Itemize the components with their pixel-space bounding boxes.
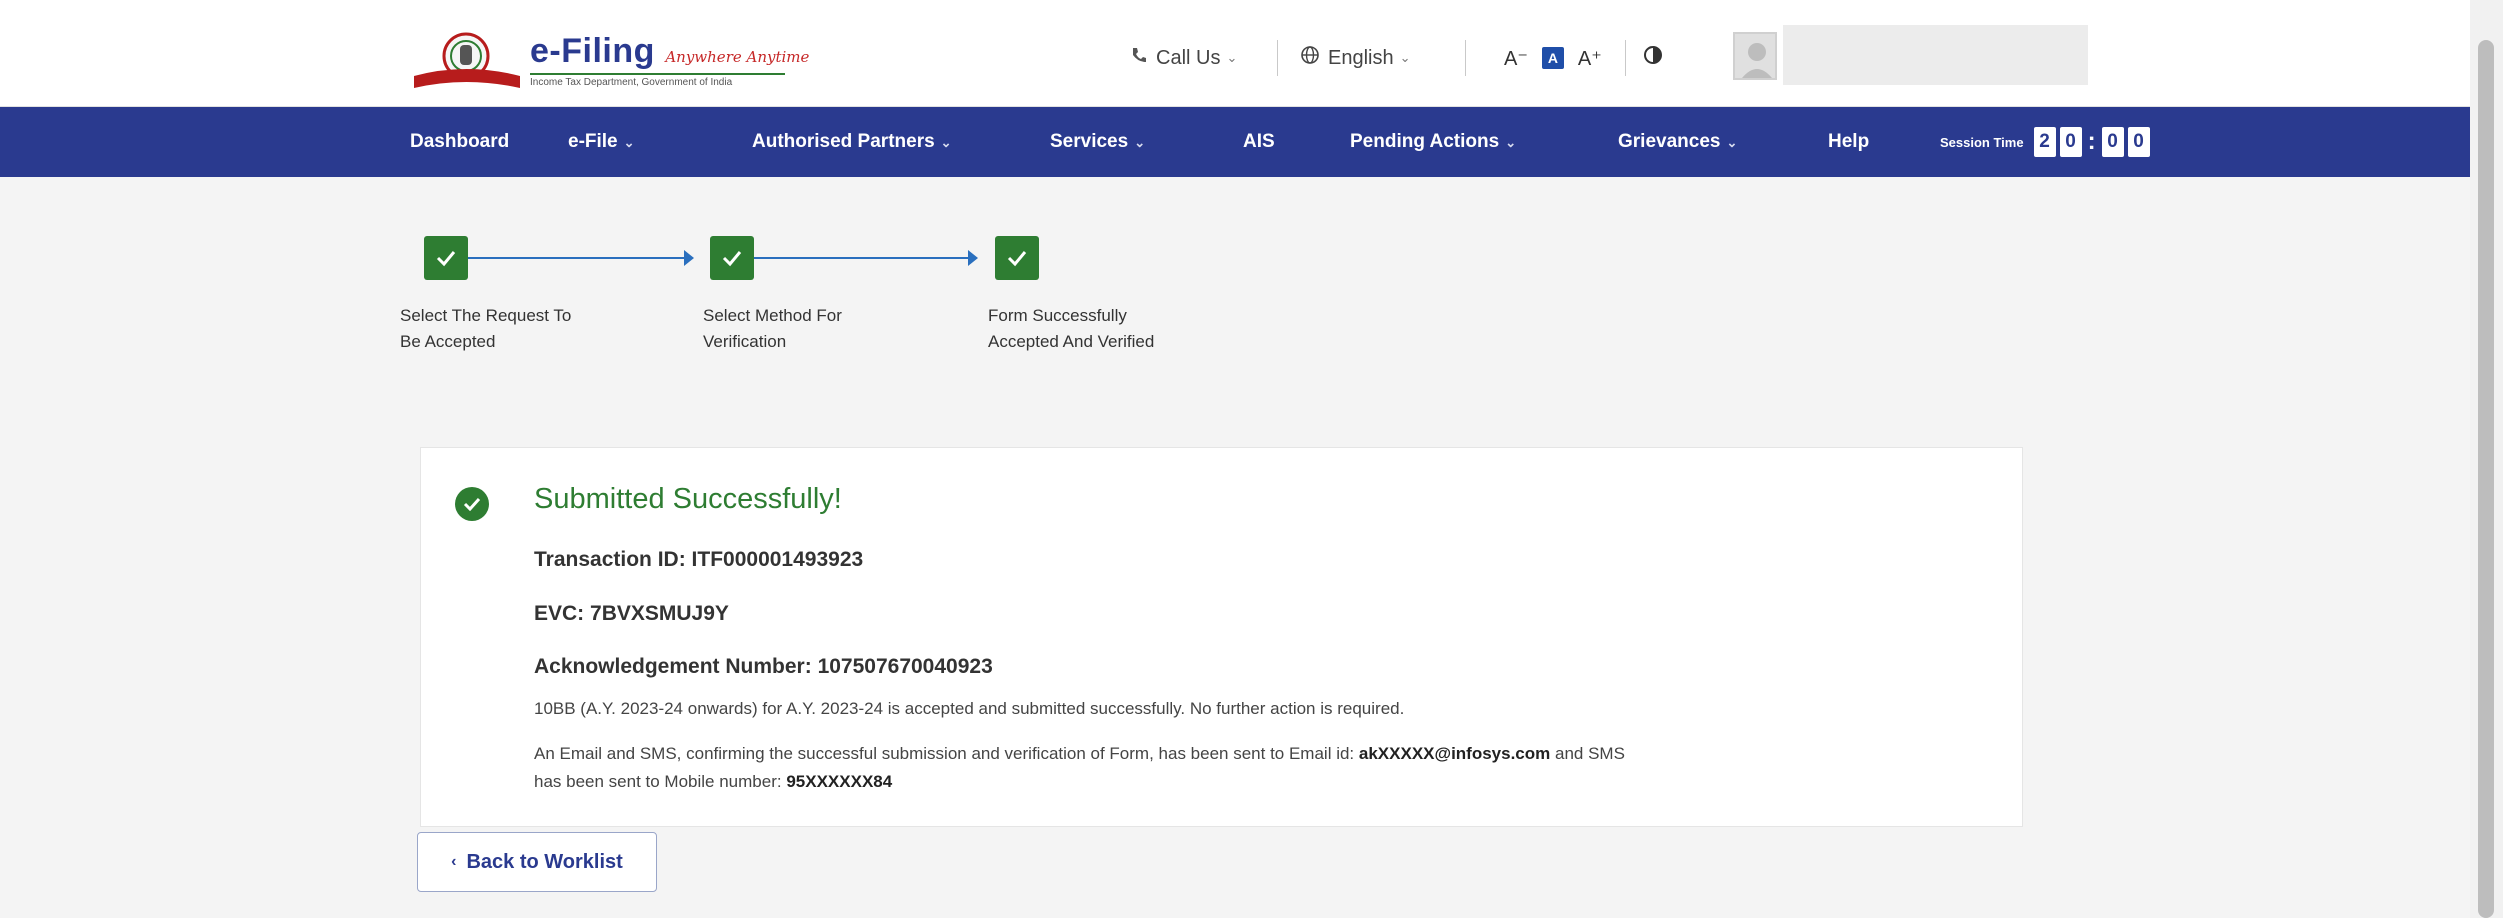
nav-grievances[interactable]: Grievances ⌄ [1618, 107, 1737, 177]
step-label-line: Accepted And Verified [988, 332, 1155, 351]
chevron-left-icon: ‹ [451, 853, 457, 870]
nav-label: Pending Actions [1350, 131, 1500, 152]
nav-label: Help [1828, 131, 1870, 152]
globe-icon [1300, 45, 1320, 71]
back-button-label: Back to Worklist [466, 850, 623, 873]
session-digit: 2 [2033, 127, 2056, 157]
ack-number-label: Acknowledgement Number: [534, 655, 812, 678]
nav-help[interactable]: Help [1828, 107, 1869, 177]
acknowledgement-number: Acknowledgement Number: 107507670040923 [534, 655, 993, 679]
email-id: akXXXXX@infosys.com [1358, 744, 1551, 763]
language-label: English [1328, 46, 1394, 69]
nav-label: AIS [1243, 131, 1275, 152]
scrollbar-thumb[interactable] [2478, 40, 2494, 918]
step-3-label: Form Successfully Accepted And Verified [988, 303, 1228, 355]
font-default-button[interactable]: A [1541, 47, 1564, 69]
chevron-down-icon: ⌄ [1226, 50, 1238, 65]
nav-label: Dashboard [410, 131, 510, 152]
nav-e-file[interactable]: e-File ⌄ [568, 107, 635, 177]
main-navbar: Dashboard e-File ⌄ Authorised Partners ⌄ S… [0, 107, 2470, 177]
transaction-id-label: Transaction ID: [534, 548, 686, 571]
nav-dashboard[interactable]: Dashboard [410, 107, 509, 177]
notice-text: and SMS [1555, 744, 1625, 763]
contrast-toggle[interactable] [1643, 38, 1663, 78]
step-connector [468, 257, 684, 259]
chevron-down-icon: ⌄ [1726, 135, 1738, 150]
font-increase-button[interactable]: A⁺ [1578, 46, 1602, 71]
arrow-right-icon [968, 250, 978, 266]
evc-label: EVC: [534, 602, 585, 625]
font-decrease-button[interactable]: A⁻ [1504, 46, 1528, 71]
notice-text: An Email and SMS, confirming the success… [534, 744, 1355, 763]
chevron-down-icon: ⌄ [623, 135, 635, 150]
status-message: 10BB (A.Y. 2023-24 onwards) for A.Y. 202… [534, 699, 1405, 718]
session-digit: 0 [2101, 127, 2124, 157]
nav-ais[interactable]: AIS [1243, 107, 1275, 177]
user-name-box[interactable] [1783, 25, 2088, 85]
ack-number-value: 107507670040923 [817, 655, 993, 678]
session-time-label: Session Time [1940, 134, 2024, 150]
emblem-logo[interactable] [410, 32, 525, 94]
brand-tagline: Anywhere Anytime [665, 48, 810, 66]
nav-authorised-partners[interactable]: Authorised Partners ⌄ [752, 107, 952, 177]
chevron-down-icon: ⌄ [1505, 135, 1517, 150]
nav-label: Grievances [1618, 131, 1721, 152]
brand: e-Filing Anywhere Anytime Income Tax Dep… [530, 32, 809, 88]
phone-icon [1130, 46, 1148, 70]
chevron-down-icon: ⌄ [940, 135, 952, 150]
evc: EVC: 7BVXSMUJ9Y [534, 602, 729, 626]
check-circle-icon [455, 487, 489, 521]
notice-text: has been sent to Mobile number: [534, 772, 782, 791]
transaction-id: Transaction ID: ITF000001493923 [534, 548, 863, 572]
divider [1625, 40, 1626, 76]
step-label-line: Be Accepted [400, 332, 496, 351]
step-label-line: Select The Request To [400, 306, 572, 325]
arrow-right-icon [684, 250, 694, 266]
call-us-menu[interactable]: Call Us ⌄ [1130, 38, 1237, 78]
step-2-check-icon [710, 236, 754, 280]
call-us-label: Call Us [1156, 46, 1221, 69]
evc-value: 7BVXSMUJ9Y [590, 602, 729, 625]
mobile-number: 95XXXXXX84 [786, 772, 893, 791]
back-to-worklist-button[interactable]: ‹ Back to Worklist [417, 832, 657, 892]
font-size-controls: A⁻ A A⁺ [1490, 38, 1616, 78]
step-1-label: Select The Request To Be Accepted [400, 303, 640, 355]
step-3-check-icon [995, 236, 1039, 280]
divider [1465, 40, 1466, 76]
session-digit: 0 [2059, 127, 2082, 157]
session-colon: : [2087, 128, 2096, 155]
chevron-down-icon: ⌄ [1399, 50, 1411, 65]
notification-message: An Email and SMS, confirming the success… [534, 740, 1984, 796]
user-avatar-icon[interactable] [1733, 32, 1777, 80]
session-digit: 0 [2127, 127, 2150, 157]
nav-label: e-File [568, 131, 618, 152]
step-2-label: Select Method For Verification [703, 303, 943, 355]
step-label-line: Verification [703, 332, 787, 351]
chevron-down-icon: ⌄ [1134, 135, 1146, 150]
brand-subtitle: Income Tax Department, Government of Ind… [530, 73, 785, 88]
step-1-check-icon [424, 236, 468, 280]
brand-title: e-Filing [530, 32, 655, 70]
success-title: Submitted Successfully! [534, 483, 842, 515]
step-connector [754, 257, 968, 259]
nav-pending-actions[interactable]: Pending Actions ⌄ [1350, 107, 1516, 177]
divider [1277, 40, 1278, 76]
nav-services[interactable]: Services ⌄ [1050, 107, 1145, 177]
nav-label: Services [1050, 131, 1129, 152]
step-label-line: Select Method For [703, 306, 842, 325]
language-selector[interactable]: English ⌄ [1300, 38, 1411, 78]
session-timer: Session Time 2 0 : 0 0 [1940, 107, 2152, 177]
top-header: e-Filing Anywhere Anytime Income Tax Dep… [0, 0, 2470, 107]
nav-label: Authorised Partners [752, 131, 935, 152]
transaction-id-value: ITF000001493923 [691, 548, 864, 571]
contrast-icon [1643, 45, 1663, 71]
step-label-line: Form Successfully [988, 306, 1127, 325]
